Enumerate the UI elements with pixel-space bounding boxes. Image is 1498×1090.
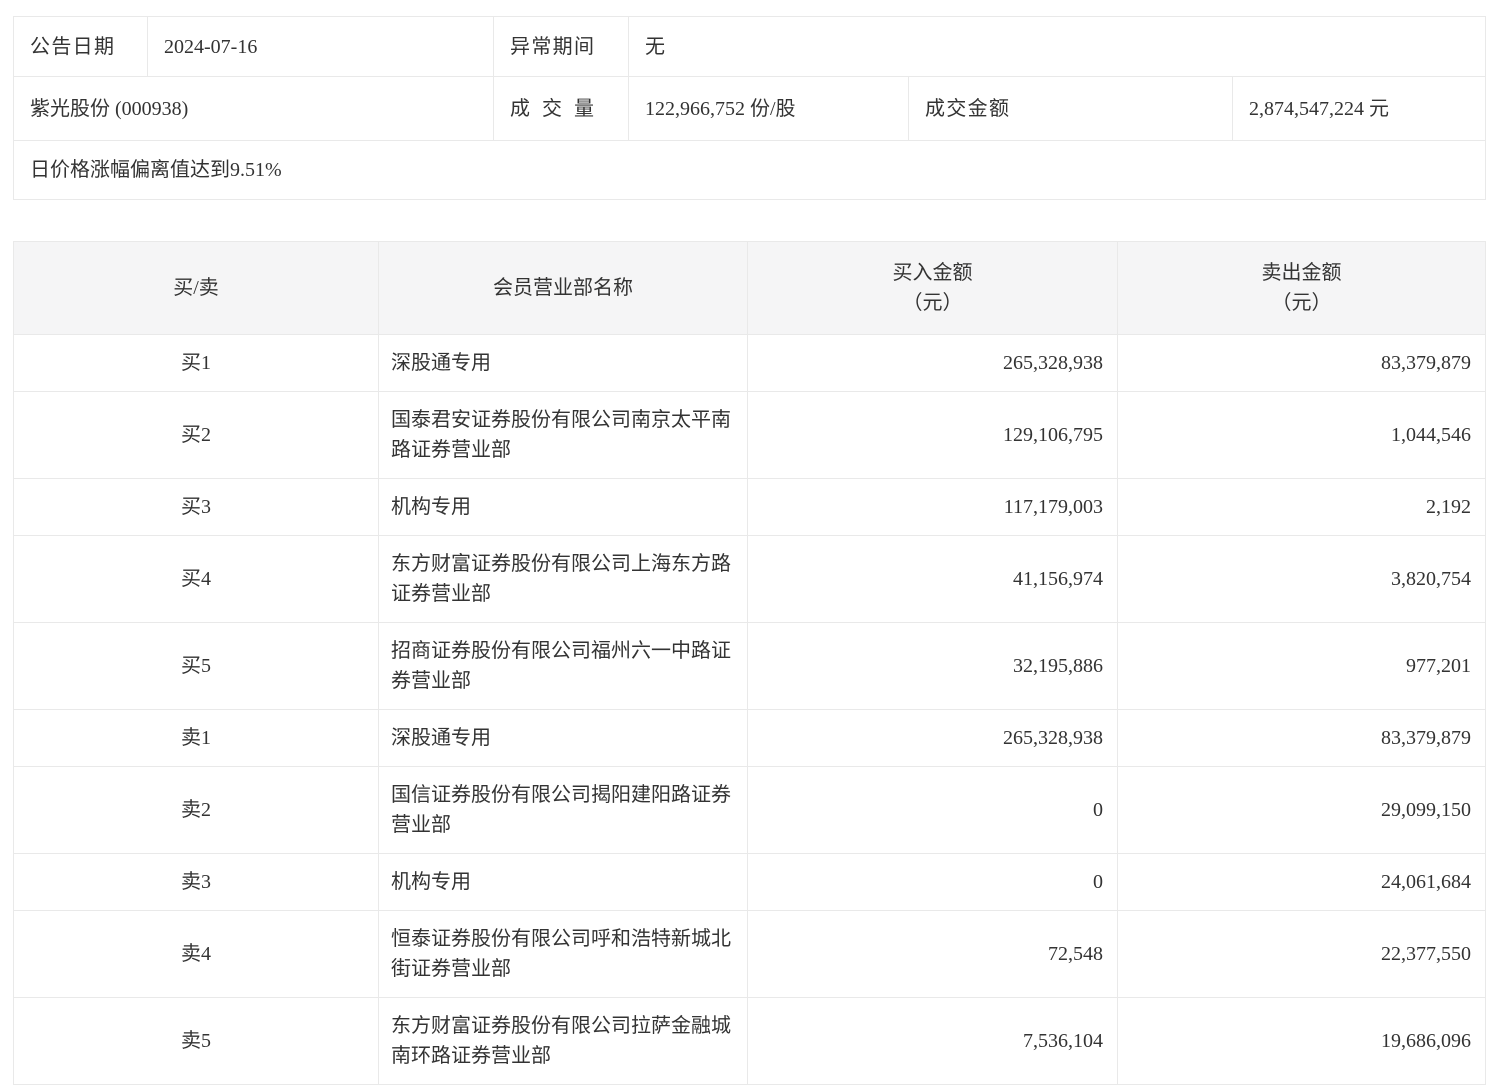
- abnormal-period-label-text: 异常期间: [510, 35, 594, 58]
- row-sell-amount: 83,379,879: [1117, 334, 1486, 392]
- header-buy-amount-line1: 买入金额: [892, 262, 973, 284]
- row-side: 买3: [13, 478, 379, 536]
- header-sell-amount-line1: 卖出金额: [1261, 262, 1342, 284]
- header-buy-amount: 买入金额 （元）: [747, 241, 1118, 335]
- row-side: 买4: [13, 535, 379, 623]
- row-branch: 国信证券股份有限公司揭阳建阳路证券营业部: [378, 766, 748, 854]
- volume-value: 122,966,752 份/股: [628, 76, 909, 141]
- row-sell-amount: 22,377,550: [1117, 910, 1486, 998]
- row-buy-amount: 265,328,938: [747, 334, 1118, 392]
- row-branch: 机构专用: [378, 853, 748, 911]
- announce-date-value: 2024-07-16: [147, 16, 494, 77]
- row-buy-amount: 129,106,795: [747, 391, 1118, 479]
- row-branch: 东方财富证券股份有限公司拉萨金融城南环路证券营业部: [378, 997, 748, 1085]
- header-sell-amount-line2: （元）: [1271, 292, 1332, 314]
- announcement-summary-table: 公告日期 2024-07-16 异常期间 无 紫光股份 (000938) 成交量…: [12, 16, 1487, 200]
- table-row: 卖2 国信证券股份有限公司揭阳建阳路证券营业部 0 29,099,150: [13, 766, 1486, 854]
- abnormal-period-value: 无: [627, 16, 1487, 77]
- table-row: 买2 国泰君安证券股份有限公司南京太平南路证券营业部 129,106,795 1…: [13, 391, 1486, 479]
- listing-reason: 日价格涨幅偏离值达到9.51%: [12, 140, 1487, 200]
- header-side: 买/卖: [13, 241, 379, 335]
- row-branch: 深股通专用: [378, 709, 748, 767]
- header-buy-amount-line2: （元）: [902, 292, 963, 314]
- table-row: 买4 东方财富证券股份有限公司上海东方路证券营业部 41,156,974 3,8…: [13, 535, 1486, 623]
- row-side: 买5: [13, 622, 379, 710]
- row-side: 卖4: [13, 910, 379, 998]
- row-sell-amount: 977,201: [1117, 622, 1486, 710]
- row-side: 卖1: [13, 709, 379, 767]
- abnormal-period-label: 异常期间: [493, 16, 629, 77]
- row-buy-amount: 41,156,974: [747, 535, 1118, 623]
- stock-name: 紫光股份 (000938): [13, 76, 494, 141]
- table-row: 买1 深股通专用 265,328,938 83,379,879: [13, 334, 1486, 392]
- header-branch: 会员营业部名称: [378, 241, 748, 335]
- row-side: 买1: [13, 334, 379, 392]
- row-buy-amount: 117,179,003: [747, 478, 1118, 536]
- table-row: 买5 招商证券股份有限公司福州六一中路证券营业部 32,195,886 977,…: [13, 622, 1486, 710]
- row-sell-amount: 83,379,879: [1117, 709, 1486, 767]
- table-row: 卖4 恒泰证券股份有限公司呼和浩特新城北街证券营业部 72,548 22,377…: [13, 910, 1486, 998]
- volume-label: 成交量: [493, 76, 629, 141]
- row-sell-amount: 29,099,150: [1117, 766, 1486, 854]
- row-side: 买2: [13, 391, 379, 479]
- turnover-label-text: 成交金额: [925, 97, 1009, 120]
- table-header-row: 买/卖 会员营业部名称 买入金额 （元） 卖出金额 （元）: [13, 241, 1486, 335]
- row-sell-amount: 3,820,754: [1117, 535, 1486, 623]
- row-branch: 机构专用: [378, 478, 748, 536]
- turnover-value: 2,874,547,224 元: [1231, 76, 1487, 141]
- row-branch: 招商证券股份有限公司福州六一中路证券营业部: [378, 622, 748, 710]
- row-buy-amount: 0: [747, 766, 1118, 854]
- row-sell-amount: 19,686,096: [1117, 997, 1486, 1085]
- row-branch: 深股通专用: [378, 334, 748, 392]
- row-buy-amount: 265,328,938: [747, 709, 1118, 767]
- row-buy-amount: 72,548: [747, 910, 1118, 998]
- turnover-label: 成交金额: [908, 76, 1233, 141]
- table-row: 卖5 东方财富证券股份有限公司拉萨金融城南环路证券营业部 7,536,104 1…: [13, 997, 1486, 1085]
- broker-seats-table: 买/卖 会员营业部名称 买入金额 （元） 卖出金额 （元） 买1 深股通专用 2…: [13, 241, 1486, 1085]
- volume-label-text: 成交量: [510, 97, 594, 120]
- row-branch: 东方财富证券股份有限公司上海东方路证券营业部: [378, 535, 748, 623]
- announce-date-label: 公告日期: [13, 16, 148, 77]
- announce-date-label-text: 公告日期: [30, 35, 114, 58]
- header-sell-amount: 卖出金额 （元）: [1117, 241, 1486, 335]
- row-sell-amount: 24,061,684: [1117, 853, 1486, 911]
- row-side: 卖2: [13, 766, 379, 854]
- row-buy-amount: 7,536,104: [747, 997, 1118, 1085]
- row-side: 卖5: [13, 997, 379, 1085]
- table-row: 卖3 机构专用 0 24,061,684: [13, 853, 1486, 911]
- row-buy-amount: 0: [747, 853, 1118, 911]
- row-branch: 恒泰证券股份有限公司呼和浩特新城北街证券营业部: [378, 910, 748, 998]
- summary-row-stock: 紫光股份 (000938) 成交量 122,966,752 份/股 成交金额 2…: [13, 76, 1487, 141]
- row-buy-amount: 32,195,886: [747, 622, 1118, 710]
- summary-row-date: 公告日期 2024-07-16 异常期间 无: [13, 16, 1487, 77]
- table-row: 买3 机构专用 117,179,003 2,192: [13, 478, 1486, 536]
- row-sell-amount: 2,192: [1117, 478, 1486, 536]
- row-sell-amount: 1,044,546: [1117, 391, 1486, 479]
- row-branch: 国泰君安证券股份有限公司南京太平南路证券营业部: [378, 391, 748, 479]
- row-side: 卖3: [13, 853, 379, 911]
- summary-row-reason: 日价格涨幅偏离值达到9.51%: [12, 140, 1487, 200]
- table-row: 卖1 深股通专用 265,328,938 83,379,879: [13, 709, 1486, 767]
- page: 公告日期 2024-07-16 异常期间 无 紫光股份 (000938) 成交量…: [0, 0, 1498, 1085]
